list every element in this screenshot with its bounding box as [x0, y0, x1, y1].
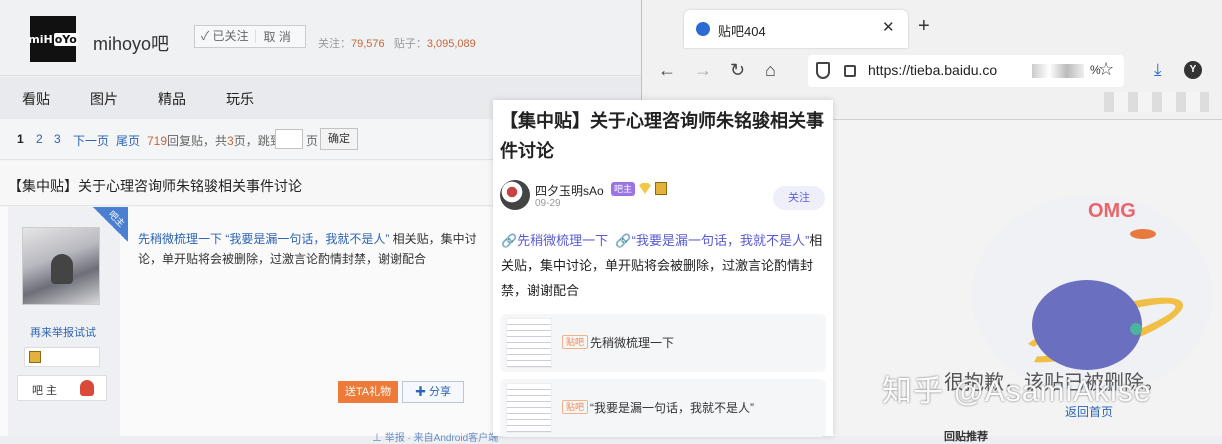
star-icon[interactable]: ☆	[1098, 59, 1114, 80]
linked-post-title: “我要是漏一句话，我就不是人”	[590, 401, 754, 415]
reply-info: 719回复贴，共3页，跳到	[147, 132, 282, 149]
jump-page-input[interactable]	[275, 129, 303, 149]
author-name-link[interactable]: 再来举报试试	[30, 324, 96, 340]
address-bar[interactable]: https://tieba.baidu.co %	[808, 55, 1124, 87]
profile-icon[interactable]: Y	[1184, 61, 1202, 79]
role-badge: 吧 主	[17, 375, 107, 401]
reply-suffix: 回复贴，共	[167, 134, 228, 148]
page-3[interactable]: 3	[54, 132, 61, 146]
lock-icon[interactable]	[844, 65, 856, 77]
paw-icon	[696, 22, 710, 36]
logo-accent: oYo	[53, 32, 78, 46]
total-pages: 3	[227, 134, 234, 148]
back-arrow-icon[interactable]: ←	[658, 60, 676, 81]
moderator-corner-badge: 吧主	[93, 207, 128, 242]
corner-label: 吧主	[106, 208, 127, 229]
level-badge-row	[24, 347, 100, 367]
avatar[interactable]	[22, 227, 100, 305]
forum-name[interactable]: mihoyo吧	[93, 30, 169, 56]
card-body: 🔗先稍微梳理一下 🔗“我要是漏一句话，我就不是人”相关贴，集中讨论，单开贴将会被…	[501, 228, 827, 303]
thread-title-bar: 【集中贴】关于心理咨询师朱铭骏相关事件讨论	[0, 161, 500, 206]
tab-title: 贴吧404	[718, 24, 766, 39]
nav-item-images[interactable]: 图片	[90, 89, 118, 109]
forum-header: miH oYo mihoyo吧 ✓ 已关注 取 消 关注：79,576 贴子：3,…	[0, 0, 650, 76]
watermark: 知乎 @AsamiAkise	[882, 375, 1152, 408]
diamond-icon	[639, 183, 651, 194]
tieba-tag: 贴吧	[562, 335, 589, 349]
confirm-button[interactable]: 确定	[320, 128, 358, 150]
posts-count: 3,095,089	[426, 38, 476, 50]
download-icon[interactable]: ⤓	[1154, 60, 1162, 80]
omg-text: OMG	[1088, 200, 1136, 222]
level-badge-icon	[655, 182, 667, 195]
nav-item-fun[interactable]: 玩乐	[226, 89, 254, 109]
close-icon[interactable]: ✕	[882, 18, 895, 36]
small-planet-icon	[1130, 323, 1142, 335]
moderator-badge: 吧主	[611, 182, 636, 196]
card-link-1[interactable]: 🔗先稍微梳理一下	[501, 233, 608, 248]
card-date: 09-29	[535, 198, 561, 209]
url-redaction	[1032, 64, 1084, 78]
reply-count: 719	[147, 134, 168, 148]
next-page-link[interactable]: 下一页	[73, 132, 109, 149]
author-column: 吧主 再来举报试试 吧 主	[8, 207, 128, 436]
role-label: 吧 主	[32, 385, 58, 397]
last-page-link[interactable]: 尾页	[116, 132, 140, 149]
more-icon[interactable]: ⋮	[1214, 58, 1222, 79]
home-icon[interactable]: ⌂	[765, 60, 776, 81]
new-tab-button[interactable]: +	[918, 15, 930, 38]
page-unit: 页	[306, 134, 319, 148]
card-follow-button[interactable]: 关注	[773, 186, 825, 210]
gift-button[interactable]: 送TA礼物	[338, 381, 398, 403]
planet-bear-illustration	[1032, 280, 1142, 370]
post-content: 先稍微梳理一下 “我要是漏一句话，我就不是人” 相关贴，集中讨论，单开贴将会被删…	[138, 229, 498, 269]
related-heading: 回贴推荐	[944, 431, 988, 443]
tieba-tag: 贴吧	[562, 400, 589, 414]
page-2[interactable]: 2	[36, 132, 43, 146]
bookmarks-redaction	[1104, 92, 1209, 112]
nav-item-featured[interactable]: 精品	[158, 89, 186, 109]
browser-tab[interactable]: 贴吧404 ✕	[684, 10, 908, 48]
posts-label: 贴子：	[393, 38, 427, 50]
avatar[interactable]	[500, 180, 530, 210]
nav-item-posts[interactable]: 看贴	[22, 89, 50, 109]
url-text: https://tieba.baidu.co	[868, 62, 998, 78]
linked-post-card[interactable]: 贴吧 “我要是漏一句话，我就不是人”	[500, 379, 826, 437]
ufo-icon	[1130, 229, 1156, 239]
card-title: 【集中贴】关于心理咨询师朱铭骏相关事件讨论	[500, 111, 824, 161]
followed-label: ✓ 已关注	[195, 30, 256, 43]
share-button[interactable]: ✚ 分享	[402, 381, 464, 403]
followers-label: 关注：	[318, 38, 351, 50]
linked-post-title: 先稍微梳理一下	[590, 336, 675, 350]
page-1: 1	[17, 132, 24, 146]
followers-count: 79,576	[351, 38, 385, 50]
thread-title: 【集中贴】关于心理咨询师朱铭骏相关事件讨论	[8, 178, 302, 194]
cancel-follow-button[interactable]: 取 消	[256, 28, 291, 45]
follow-box: ✓ 已关注 取 消	[194, 25, 306, 48]
forward-arrow-icon[interactable]: →	[694, 60, 712, 81]
card-username[interactable]: 四夕玉明sAo	[535, 182, 604, 199]
forum-logo[interactable]: miH oYo	[28, 16, 78, 62]
linked-post-thumbnail	[506, 383, 552, 433]
mobile-post-card: 【集中贴】关于心理咨询师朱铭骏相关事件讨论 四夕玉明sAo 吧主 09-29 关…	[493, 100, 833, 437]
reload-icon[interactable]: ↻	[730, 60, 745, 81]
logo-text: miH	[28, 32, 53, 46]
person-icon	[80, 380, 94, 396]
post-area: 吧主 再来举报试试 吧 主 先稍微梳理一下 “我要是漏一句话，我就不是人” 相关…	[0, 207, 500, 444]
linked-post-card[interactable]: 贴吧 先稍微梳理一下	[500, 314, 826, 372]
forum-stats: 关注：79,576 贴子：3,095,089	[318, 35, 476, 51]
post-link[interactable]: 先稍微梳理一下 “我要是漏一句话，我就不是人”	[138, 232, 389, 246]
post-footer-link[interactable]: ⊥ 举报 · 来自Android客户端	[372, 429, 498, 444]
card-link-2[interactable]: 🔗“我要是漏一句话，我就不是人”	[615, 233, 809, 248]
shield-icon[interactable]	[816, 62, 830, 79]
linked-post-thumbnail	[506, 318, 552, 368]
level-badge-icon	[29, 351, 41, 363]
